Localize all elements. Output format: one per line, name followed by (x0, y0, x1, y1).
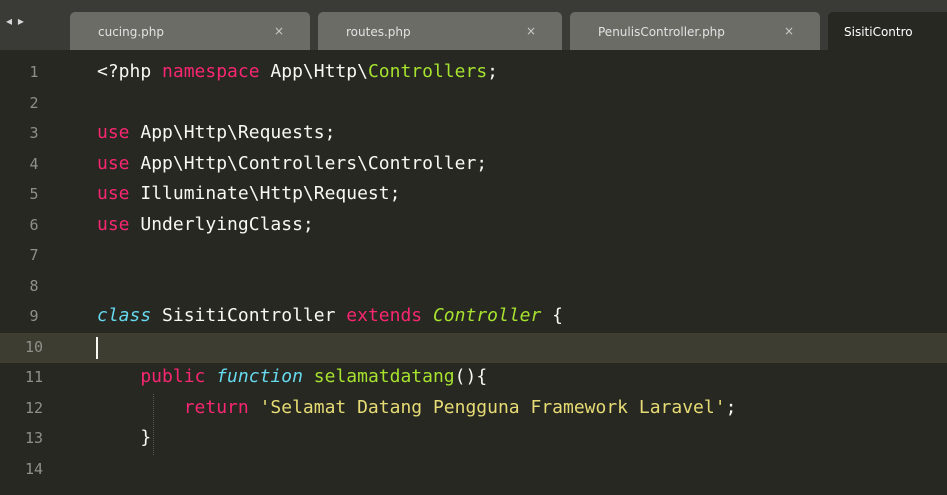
line-number: 2 (29, 93, 39, 112)
code-token: (){ (454, 366, 488, 387)
code-token: class (97, 305, 163, 326)
close-icon[interactable]: × (274, 24, 284, 38)
code-token: Controllers (367, 61, 488, 82)
code-token: { (541, 305, 564, 326)
tab-label: PenulisController.php (598, 25, 725, 39)
tab-sisiticontroller-php[interactable]: SisitiContro (828, 12, 947, 50)
code-line[interactable]: 13 } (0, 424, 947, 454)
tab-label: cucing.php (98, 25, 165, 39)
tab-routes-php[interactable]: routes.php × (318, 12, 562, 50)
code-token: Illuminate\Http\Request; (140, 183, 401, 204)
code-token: function (216, 366, 314, 387)
line-number: 1 (29, 63, 39, 81)
code-text: use App\Http\Requests; (97, 122, 335, 143)
code-text: use Illuminate\Http\Request; (97, 183, 400, 204)
code-token: extends (346, 305, 433, 326)
line-number: 11 (24, 368, 44, 386)
code-text: class SisitiController extends Controlle… (97, 305, 563, 326)
code-token: public (97, 366, 217, 387)
code-text: } (97, 427, 151, 448)
line-number: 4 (29, 154, 39, 173)
line-number: 3 (29, 124, 39, 142)
tab-bar: ◂ ▸ cucing.php × routes.php × PenulisCon… (0, 0, 947, 50)
line-number: 10 (24, 337, 44, 356)
line-number: 14 (24, 459, 44, 478)
close-icon[interactable]: × (784, 24, 794, 38)
code-line[interactable]: 4 use App\Http\Controllers\Controller; (0, 150, 947, 180)
code-token: use (97, 183, 141, 204)
code-token: use (97, 213, 141, 235)
code-line[interactable]: 9 class SisitiController extends Controll… (0, 302, 947, 332)
code-token: ; (487, 61, 499, 82)
close-icon[interactable]: × (526, 24, 536, 38)
code-line[interactable]: 11 public function selamatdatang(){ (0, 363, 947, 393)
code-line[interactable]: 3 use App\Http\Requests; (0, 119, 947, 149)
tab-cucing-php[interactable]: cucing.php × (70, 12, 310, 50)
code-text: use UnderlyingClass; (97, 214, 314, 235)
tab-nav-arrows-icon[interactable]: ◂ ▸ (6, 14, 25, 28)
code-token: return (97, 396, 260, 418)
code-token: UnderlyingClass; (140, 213, 314, 235)
code-token: Controller (432, 305, 542, 326)
line-number: 12 (24, 398, 44, 417)
code-line[interactable]: 7 (0, 241, 947, 271)
code-token: SisitiController (162, 305, 347, 326)
line-number: 8 (29, 276, 39, 295)
code-token: selamatdatang (313, 366, 455, 387)
line-number: 7 (29, 246, 39, 264)
code-token: App\Http\Controllers\Controller; (140, 152, 488, 174)
code-token: use (97, 152, 141, 174)
line-number: 5 (29, 185, 39, 203)
line-number: 6 (29, 215, 39, 234)
code-token: App\Http\ (270, 61, 368, 82)
indent-guide (153, 393, 154, 455)
code-line[interactable]: 2 (0, 89, 947, 119)
code-text: use App\Http\Controllers\Controller; (97, 153, 487, 174)
code-token: <?php (97, 61, 163, 82)
line-number: 9 (29, 307, 39, 325)
code-text: public function selamatdatang(){ (97, 366, 487, 387)
code-line[interactable]: 10 (0, 332, 947, 363)
code-token: ; (725, 396, 737, 418)
line-number: 13 (24, 429, 44, 447)
code-line[interactable]: 12 return 'Selamat Datang Pengguna Frame… (0, 394, 947, 424)
code-line[interactable]: 8 (0, 272, 947, 302)
code-token: 'Selamat Datang Pengguna Framework Larav… (259, 396, 726, 418)
code-line[interactable]: 1 <?php namespace App\Http\Controllers; (0, 58, 947, 88)
code-token: namespace (162, 61, 271, 82)
tab-label: SisitiContro (844, 25, 913, 39)
tab-label: routes.php (346, 25, 411, 39)
code-line[interactable]: 6 use UnderlyingClass; (0, 211, 947, 241)
code-text: <?php namespace App\Http\Controllers; (97, 61, 498, 82)
code-line[interactable]: 5 use Illuminate\Http\Request; (0, 180, 947, 210)
code-token: use (97, 122, 141, 143)
tab-penuliscontroller-php[interactable]: PenulisController.php × (570, 12, 820, 50)
code-editor[interactable]: 1 <?php namespace App\Http\Controllers; 2 3… (0, 50, 947, 495)
code-text: return 'Selamat Datang Pengguna Framewor… (97, 396, 737, 418)
code-token: } (97, 427, 152, 448)
code-line[interactable]: 14 (0, 455, 947, 485)
code-token: App\Http\Requests; (140, 122, 336, 143)
text-cursor (96, 336, 98, 359)
